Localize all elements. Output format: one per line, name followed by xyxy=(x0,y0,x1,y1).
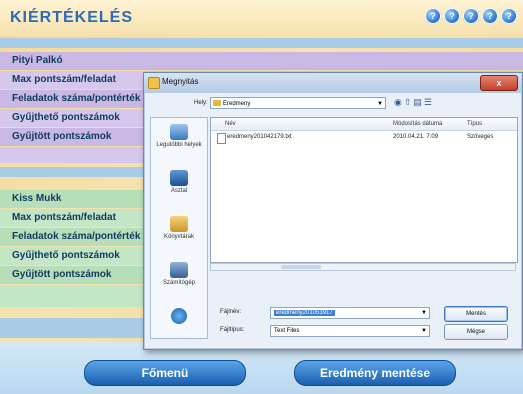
dialog-close-button[interactable]: x xyxy=(480,75,518,91)
column-date[interactable]: Módosítás dátuma xyxy=(393,121,442,127)
place-desktop[interactable]: Asztal xyxy=(151,170,207,194)
back-icon[interactable]: ◉ xyxy=(394,97,404,107)
new-folder-icon[interactable]: ▤ xyxy=(413,97,424,107)
place-recent[interactable]: Legutóbbi helyek xyxy=(151,124,207,148)
file-list: Név Módosítás dátuma Típus eredmeny20104… xyxy=(210,117,518,263)
dialog-titlebar: Megnyitás x xyxy=(144,73,522,93)
chevron-down-icon: ▼ xyxy=(377,101,383,107)
computer-icon xyxy=(170,262,188,278)
place-recent-label: Legutóbbi helyek xyxy=(156,142,202,148)
place-libraries[interactable]: Könyvtárak xyxy=(151,216,207,240)
chevron-down-icon[interactable]: ▼ xyxy=(421,308,427,318)
place-network[interactable] xyxy=(151,308,207,326)
place-desktop-label: Asztal xyxy=(170,188,188,194)
window-controls: ? ? ? ? ? xyxy=(425,8,517,24)
control-button-5[interactable]: ? xyxy=(501,8,517,24)
file-name: eredmeny201042179.txt xyxy=(227,134,292,140)
filename-label: Fájlnév: xyxy=(220,309,242,315)
recent-places-icon xyxy=(170,124,188,140)
filetype-value: Text Files xyxy=(274,328,300,334)
file-dialog: Megnyitás x Hely: Eredmeny ▼ ◉⇧▤☰ Legutó… xyxy=(143,72,523,350)
header-strip xyxy=(0,38,523,48)
file-date: 2010.04.21. 7:09 xyxy=(393,134,439,140)
place-computer-label: Számítógép xyxy=(162,280,196,286)
places-bar: Legutóbbi helyek Asztal Könyvtárak Számí… xyxy=(150,117,208,339)
player1-name: Pityi Palkó xyxy=(0,52,523,70)
file-list-header: Név Módosítás dátuma Típus xyxy=(211,118,517,131)
network-globe-icon xyxy=(171,308,187,324)
app-title: KIÉRTÉKELÉS xyxy=(10,9,134,26)
text-file-icon xyxy=(217,133,226,144)
filename-value: eredmeny201053917 xyxy=(274,310,335,316)
control-button-2[interactable]: ? xyxy=(444,8,460,24)
libraries-icon xyxy=(170,216,188,232)
control-button-4[interactable]: ? xyxy=(482,8,498,24)
dialog-app-icon xyxy=(148,77,160,89)
folder-icon xyxy=(213,100,221,106)
control-button-3[interactable]: ? xyxy=(463,8,479,24)
place-libraries-label: Könyvtárak xyxy=(163,234,194,240)
dialog-cancel-button[interactable]: Mégse xyxy=(444,324,508,340)
dialog-save-button[interactable]: Mentés xyxy=(444,306,508,322)
look-in-label: Hely: xyxy=(194,100,208,106)
column-type[interactable]: Típus xyxy=(467,121,482,127)
filetype-select[interactable]: Text Files ▼ xyxy=(270,325,430,337)
place-computer[interactable]: Számítógép xyxy=(151,262,207,286)
desktop-icon xyxy=(170,170,188,186)
file-type: Szöveges xyxy=(467,134,494,140)
scrollbar-thumb[interactable] xyxy=(281,265,321,269)
column-name[interactable]: Név xyxy=(225,121,236,127)
filename-input[interactable]: eredmeny201053917 ▼ xyxy=(270,307,430,319)
filetype-label: Fájltípus: xyxy=(220,327,245,333)
view-menu-icon[interactable]: ☰ xyxy=(424,97,434,107)
file-row[interactable]: eredmeny201042179.txt 2010.04.21. 7:09 S… xyxy=(211,132,517,144)
title-bar: KIÉRTÉKELÉS ? ? ? ? ? xyxy=(0,0,523,36)
dialog-toolbar: ◉⇧▤☰ xyxy=(394,97,434,108)
look-in-value: Eredmeny xyxy=(223,101,251,107)
control-button-1[interactable]: ? xyxy=(425,8,441,24)
dialog-title: Megnyitás xyxy=(162,77,199,86)
look-in-dropdown[interactable]: Eredmeny ▼ xyxy=(210,97,386,109)
chevron-down-icon[interactable]: ▼ xyxy=(421,326,427,336)
horizontal-scrollbar[interactable] xyxy=(210,263,516,271)
save-result-button[interactable]: Eredmény mentése xyxy=(294,360,456,386)
main-menu-button[interactable]: Főmenü xyxy=(84,360,246,386)
up-folder-icon[interactable]: ⇧ xyxy=(404,97,414,107)
